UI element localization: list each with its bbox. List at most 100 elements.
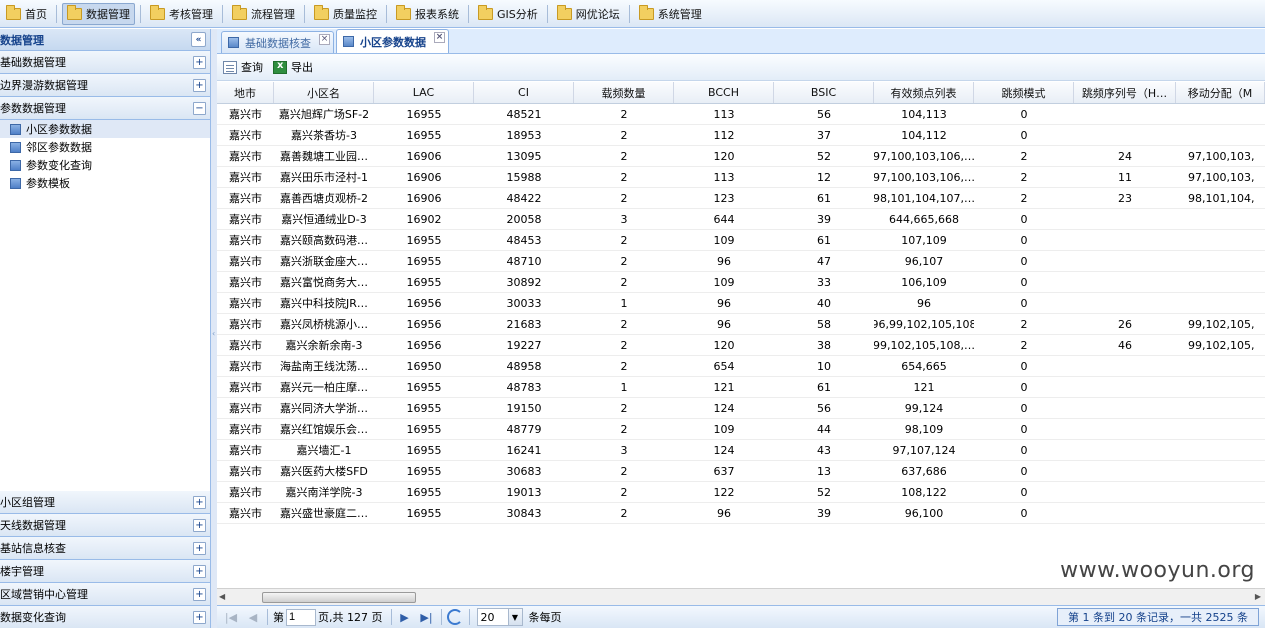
table-cell: 61 bbox=[817, 191, 831, 205]
tree-item[interactable]: 参数变化查询 bbox=[0, 156, 210, 174]
collapse-icon[interactable]: − bbox=[193, 101, 206, 115]
nav-item-0[interactable]: 首页 bbox=[2, 3, 51, 25]
table-row[interactable]: 嘉兴市 嘉兴凤桥桃源小… 16956 21683 2 96 58 96,99,102,105,… bbox=[217, 314, 1265, 335]
table-row[interactable]: 嘉兴市 海盐南王线沈荡… 16950 48958 2 654 10 654,665 0 bbox=[217, 356, 1265, 377]
page-number-input[interactable] bbox=[286, 608, 316, 626]
expand-icon[interactable]: + bbox=[193, 518, 206, 532]
table-row[interactable]: 嘉兴市 嘉兴富悦商务大… 16955 30892 2 109 33 106,109 0 bbox=[217, 272, 1265, 293]
tab-1[interactable]: 小区参数数据 × bbox=[336, 29, 449, 53]
column-header[interactable]: 跳频模式 bbox=[974, 82, 1074, 103]
accordion-header[interactable]: 参数数据管理 − bbox=[0, 97, 210, 120]
nav-item-7[interactable]: 网优论坛 bbox=[553, 3, 624, 25]
expand-icon[interactable]: + bbox=[193, 78, 206, 92]
accordion-header[interactable]: 区域营销中心管理 + bbox=[0, 583, 210, 606]
prev-page-icon[interactable]: ◀ bbox=[245, 609, 261, 625]
collapse-sidebar-button[interactable]: « bbox=[191, 32, 206, 47]
accordion-header[interactable]: 基站信息核查 + bbox=[0, 537, 210, 560]
column-header[interactable]: LAC bbox=[374, 82, 474, 103]
nav-item-3[interactable]: 流程管理 bbox=[228, 3, 299, 25]
page-size-select[interactable]: 20 ▼ bbox=[476, 608, 523, 626]
table-row[interactable]: 嘉兴市 嘉兴红馆娱乐会… 16955 48779 2 109 44 98,109 0 bbox=[217, 419, 1265, 440]
table-cell: 0 bbox=[1020, 212, 1028, 226]
table-cell: 38 bbox=[817, 338, 831, 352]
table-row[interactable]: 嘉兴市 嘉善西塘贞观桥-2 16906 48422 2 123 61 98,101,104,1… bbox=[217, 188, 1265, 209]
table-row[interactable]: 嘉兴市 嘉兴旭辉广场SF-2 16955 48521 2 113 56 104,113 0 bbox=[217, 104, 1265, 125]
table-row[interactable]: 嘉兴市 嘉善魏塘工业园… 16906 13095 2 120 52 97,100,103,10… bbox=[217, 146, 1265, 167]
watermark: www.wooyun.org bbox=[1060, 558, 1255, 583]
expand-icon[interactable]: + bbox=[193, 564, 206, 578]
table-row[interactable]: 嘉兴市 嘉兴中科技院JR… 16956 30033 1 96 40 96 0 bbox=[217, 293, 1265, 314]
nav-item-5[interactable]: 报表系统 bbox=[392, 3, 463, 25]
table-cell bbox=[1176, 503, 1265, 523]
table-cell: 96 bbox=[717, 254, 731, 268]
nav-item-6[interactable]: GIS分析 bbox=[474, 3, 542, 25]
refresh-icon[interactable] bbox=[446, 609, 463, 625]
table-row[interactable]: 嘉兴市 嘉兴墙汇-1 16955 16241 3 124 43 97,107,124 0 bbox=[217, 440, 1265, 461]
nav-item-label: 报表系统 bbox=[415, 7, 459, 21]
expand-icon[interactable]: + bbox=[193, 495, 206, 509]
table-cell: 16955 bbox=[406, 254, 442, 268]
pager-divider bbox=[390, 609, 392, 625]
tab-page-icon bbox=[343, 36, 354, 47]
expand-icon[interactable]: + bbox=[193, 587, 206, 601]
scroll-right-icon[interactable]: ▶ bbox=[1255, 592, 1261, 601]
table-cell: 52 bbox=[817, 149, 831, 163]
table-cell bbox=[1074, 419, 1176, 439]
table-cell: 嘉兴浙联金座大… bbox=[280, 255, 368, 268]
column-header[interactable]: BSIC bbox=[774, 82, 874, 103]
table-cell: 16906 bbox=[406, 149, 442, 163]
nav-item-1[interactable]: 数据管理 bbox=[62, 2, 135, 25]
accordion-header[interactable]: 楼宇管理 + bbox=[0, 560, 210, 583]
main-panel: 基础数据核查 × 小区参数数据 × 查询 导出 地市小区名LACCI载频数量BCCHB… bbox=[217, 29, 1265, 628]
table-row[interactable]: 嘉兴市 嘉兴恒通绒业D-3 16902 20058 3 644 39 644,665,668 0 bbox=[217, 209, 1265, 230]
column-header[interactable]: BCCH bbox=[674, 82, 774, 103]
accordion-header[interactable]: 数据变化查询 + bbox=[0, 606, 210, 628]
export-button[interactable]: 导出 bbox=[271, 58, 315, 76]
table-row[interactable]: 嘉兴市 嘉兴余新余南-3 16956 19227 2 120 38 99,102,105,10… bbox=[217, 335, 1265, 356]
table-cell: 120 bbox=[713, 338, 735, 352]
expand-icon[interactable]: + bbox=[193, 55, 206, 69]
nav-item-8[interactable]: 系统管理 bbox=[635, 3, 706, 25]
table-row[interactable]: 嘉兴市 嘉兴盛世豪庭二… 16955 30843 2 96 39 96,100 0 bbox=[217, 503, 1265, 524]
tree-item[interactable]: 邻区参数数据 bbox=[0, 138, 210, 156]
last-page-icon[interactable]: ▶| bbox=[419, 609, 435, 625]
table-row[interactable]: 嘉兴市 嘉兴浙联金座大… 16955 48710 2 96 47 96,107 0 bbox=[217, 251, 1265, 272]
tree-item[interactable]: 小区参数数据 bbox=[0, 120, 210, 138]
nav-item-2[interactable]: 考核管理 bbox=[146, 3, 217, 25]
horizontal-scrollbar[interactable]: ◀ ▶ bbox=[217, 588, 1265, 605]
table-cell: 嘉兴市 bbox=[229, 129, 262, 142]
column-header[interactable]: 有效频点列表 bbox=[874, 82, 974, 103]
table-cell bbox=[1074, 209, 1176, 229]
table-row[interactable]: 嘉兴市 嘉兴田乐市泾村-1 16906 15988 2 113 12 97,100,103,1… bbox=[217, 167, 1265, 188]
first-page-icon[interactable]: |◀ bbox=[223, 609, 239, 625]
accordion-header[interactable]: 边界漫游数据管理 + bbox=[0, 74, 210, 97]
accordion-header[interactable]: 小区组管理 + bbox=[0, 491, 210, 514]
table-row[interactable]: 嘉兴市 嘉兴同济大学浙… 16955 19150 2 124 56 99,124 0 bbox=[217, 398, 1265, 419]
accordion-header[interactable]: 天线数据管理 + bbox=[0, 514, 210, 537]
table-row[interactable]: 嘉兴市 嘉兴颐高数码港… 16955 48453 2 109 61 107,109 0 bbox=[217, 230, 1265, 251]
scrollbar-thumb[interactable] bbox=[262, 592, 416, 603]
query-button[interactable]: 查询 bbox=[221, 58, 265, 76]
table-row[interactable]: 嘉兴市 嘉兴元一柏庄摩… 16955 48783 1 121 61 121 0 bbox=[217, 377, 1265, 398]
next-page-icon[interactable]: ▶ bbox=[397, 609, 413, 625]
nav-item-4[interactable]: 质量监控 bbox=[310, 3, 381, 25]
table-row[interactable]: 嘉兴市 嘉兴医药大楼SFD 16955 30683 2 637 13 637,686 0 bbox=[217, 461, 1265, 482]
table-row[interactable]: 嘉兴市 嘉兴南洋学院-3 16955 19013 2 122 52 108,122 0 bbox=[217, 482, 1265, 503]
accordion-header[interactable]: 基础数据管理 + bbox=[0, 51, 210, 74]
table-cell: 嘉兴市 bbox=[229, 318, 262, 331]
column-header[interactable]: 载频数量 bbox=[574, 82, 674, 103]
scroll-left-icon[interactable]: ◀ bbox=[219, 592, 225, 601]
close-icon[interactable]: × bbox=[434, 32, 445, 43]
tree-item[interactable]: 参数模板 bbox=[0, 174, 210, 192]
table-cell: 654 bbox=[713, 359, 735, 373]
column-header[interactable]: 地市 bbox=[217, 82, 274, 103]
table-row[interactable]: 嘉兴市 嘉兴茶香坊-3 16955 18953 2 112 37 104,112 0 bbox=[217, 125, 1265, 146]
column-header[interactable]: 移动分配（M bbox=[1176, 82, 1265, 103]
close-icon[interactable]: × bbox=[319, 34, 330, 45]
tab-0[interactable]: 基础数据核查 × bbox=[221, 31, 334, 53]
expand-icon[interactable]: + bbox=[193, 610, 206, 624]
column-header[interactable]: 小区名 bbox=[274, 82, 374, 103]
column-header[interactable]: 跳频序列号（H… bbox=[1074, 82, 1176, 103]
expand-icon[interactable]: + bbox=[193, 541, 206, 555]
column-header[interactable]: CI bbox=[474, 82, 574, 103]
